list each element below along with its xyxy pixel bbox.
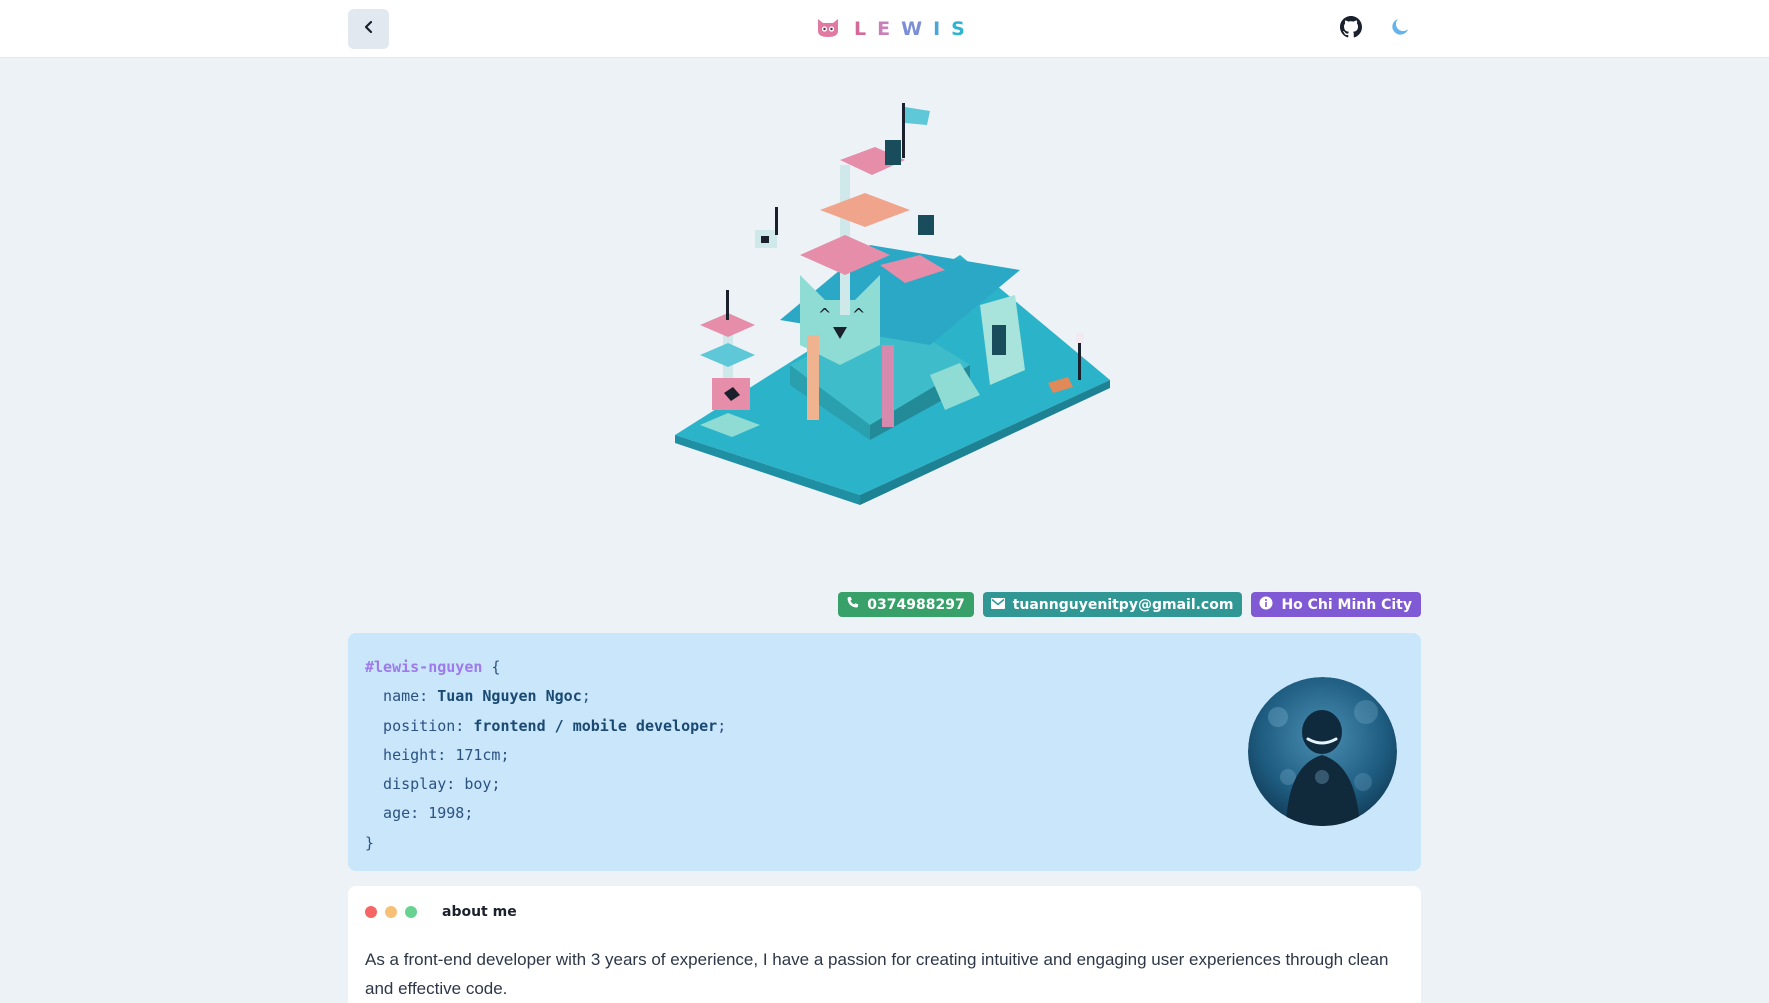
info-circle-icon bbox=[1259, 596, 1273, 614]
hero-illustration: ^ ^ bbox=[640, 95, 1130, 515]
chevron-left-icon bbox=[362, 20, 376, 39]
position-key: position: bbox=[365, 716, 474, 735]
age-value: 1998 bbox=[428, 804, 465, 823]
profile-code-block: #lewis-nguyen { name: Tuan Nguyen Ngoc; … bbox=[365, 653, 726, 858]
top-navigation-bar: L E W I S bbox=[0, 0, 1769, 58]
about-text: As a front-end developer with 3 years of… bbox=[365, 950, 1389, 998]
location-text: Ho Chi Minh City bbox=[1281, 596, 1412, 613]
name-key: name: bbox=[365, 687, 438, 706]
code-line-display: display: boy; bbox=[365, 770, 726, 799]
phone-icon bbox=[846, 596, 859, 613]
contact-badges: 0374988297 tuannguyenitpy@gmail.com Ho C… bbox=[838, 592, 1421, 617]
back-button[interactable] bbox=[348, 9, 389, 49]
position-value: frontend / mobile developer bbox=[473, 716, 718, 735]
name-value: Tuan Nguyen Ngoc bbox=[437, 687, 582, 706]
github-icon bbox=[1340, 15, 1362, 43]
email-address: tuannguyenitpy@gmail.com bbox=[1012, 596, 1234, 613]
phone-number: 0374988297 bbox=[867, 596, 965, 613]
site-logo[interactable]: L E W I S bbox=[816, 14, 976, 44]
code-line-name: name: Tuan Nguyen Ngoc; bbox=[365, 682, 726, 711]
height-value: 171cm bbox=[455, 745, 501, 764]
open-brace: { bbox=[482, 658, 501, 676]
brand-letter: W bbox=[901, 18, 934, 40]
window-controls bbox=[365, 906, 417, 918]
svg-text:^: ^ bbox=[852, 305, 865, 324]
about-card: about me As a front-end developer with 3… bbox=[348, 886, 1421, 1003]
close-brace: } bbox=[365, 833, 375, 852]
minimize-dot bbox=[385, 906, 397, 918]
profile-code-card: #lewis-nguyen { name: Tuan Nguyen Ngoc; … bbox=[348, 633, 1421, 871]
email-badge[interactable]: tuannguyenitpy@gmail.com bbox=[982, 592, 1243, 617]
semicolon: ; bbox=[464, 804, 474, 823]
phone-badge[interactable]: 0374988297 bbox=[838, 592, 974, 617]
semicolon: ; bbox=[500, 745, 510, 764]
svg-text:^: ^ bbox=[818, 305, 831, 324]
height-key: height: bbox=[365, 745, 456, 764]
location-badge[interactable]: Ho Chi Minh City bbox=[1251, 592, 1421, 617]
avatar bbox=[1248, 677, 1397, 826]
css-selector: #lewis-nguyen bbox=[365, 658, 483, 676]
brand-letter: L bbox=[854, 18, 878, 40]
code-line-position: position: frontend / mobile developer; bbox=[365, 712, 726, 741]
github-link[interactable] bbox=[1338, 15, 1364, 43]
isometric-cat-house-image: ^ ^ bbox=[675, 103, 1110, 505]
close-dot bbox=[365, 906, 377, 918]
maximize-dot bbox=[405, 906, 417, 918]
semicolon: ; bbox=[717, 716, 727, 735]
semicolon: ; bbox=[491, 775, 501, 794]
code-line-height: height: 171cm; bbox=[365, 741, 726, 770]
cat-face-icon bbox=[816, 16, 840, 43]
about-title: about me bbox=[442, 904, 517, 920]
envelope-icon bbox=[990, 597, 1005, 613]
brand-name: L E W I S bbox=[854, 18, 976, 40]
brand-letter: E bbox=[877, 18, 902, 40]
theme-toggle-button[interactable] bbox=[1387, 16, 1413, 42]
brand-letter: I bbox=[933, 18, 952, 40]
code-line-age: age: 1998; bbox=[365, 799, 726, 828]
age-key: age: bbox=[365, 804, 429, 823]
code-line-selector: #lewis-nguyen { bbox=[365, 653, 726, 682]
brand-letter: S bbox=[951, 18, 976, 40]
code-line-close: } bbox=[365, 829, 726, 858]
display-value: boy bbox=[464, 775, 492, 794]
display-key: display: bbox=[365, 775, 465, 794]
moon-icon bbox=[1390, 17, 1410, 42]
semicolon: ; bbox=[581, 687, 591, 706]
